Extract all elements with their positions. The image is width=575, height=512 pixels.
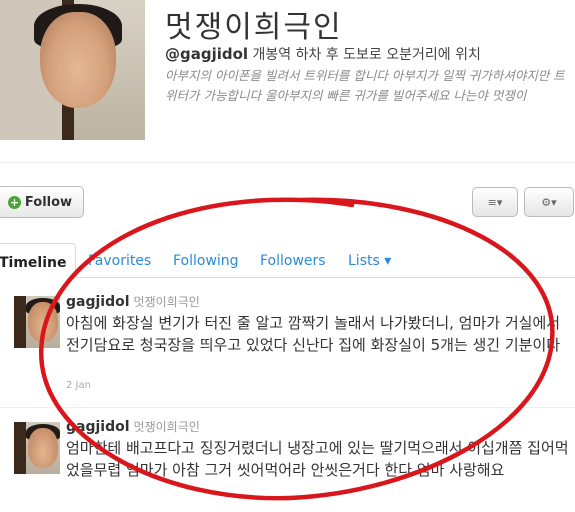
- avatar-door-edge: [14, 296, 26, 348]
- tab-following[interactable]: Following: [173, 253, 239, 269]
- profile-bio: 아부지의 아이폰을 빌려서 트위터를 합니다 아부지가 일찍 귀가하셔야지만 트…: [165, 68, 565, 103]
- profile-avatar: [0, 0, 145, 140]
- follow-button[interactable]: + Follow: [0, 186, 84, 218]
- tweet-username[interactable]: gagjidol: [66, 294, 130, 310]
- profile-location: 개봉역 하차 후 도보로 오분거리에 위치: [252, 47, 481, 63]
- plus-icon: +: [7, 195, 21, 209]
- tweet-realname: 멋쟁이희극인: [133, 295, 200, 309]
- tweet-text: 아침에 화장실 변기가 터진 줄 알고 깜짝기 놀래서 나가봤더니, 엄마가 거…: [66, 314, 561, 354]
- avatar-face: [28, 302, 58, 342]
- tweet-date[interactable]: 2 Jan: [66, 380, 91, 391]
- tweet-realname: 멋쟁이희극인: [133, 420, 200, 434]
- gear-menu-button[interactable]: ⚙▾: [524, 187, 574, 217]
- tweet-avatar[interactable]: [14, 422, 60, 474]
- tab-timeline[interactable]: Timeline: [0, 243, 76, 279]
- tweet-avatar[interactable]: [14, 296, 60, 348]
- tab-followers[interactable]: Followers: [260, 253, 326, 269]
- tab-favorites[interactable]: Favorites: [88, 253, 151, 269]
- profile-handle-line: @gagjidol 개봉역 하차 후 도보로 오분거리에 위치: [165, 44, 481, 64]
- profile-handle[interactable]: @gagjidol: [165, 45, 248, 63]
- header-divider: [0, 162, 575, 163]
- tweet-text: 엄마한테 배고프다고 징징거렸더니 냉장고에 있는 딸기먹으래서 이십개쯤 집어…: [66, 439, 569, 479]
- follow-label: Follow: [24, 194, 73, 210]
- tab-lists[interactable]: Lists ▾: [348, 253, 391, 269]
- tweet-username[interactable]: gagjidol: [66, 419, 130, 435]
- tweet-separator: [0, 407, 575, 408]
- profile-tabs: Timeline Favorites Following Followers L…: [0, 243, 575, 279]
- avatar-door-edge: [14, 422, 26, 474]
- tweet-header: gagjidol 멋쟁이희극인: [66, 418, 200, 435]
- list-menu-button[interactable]: ≡▾: [472, 187, 518, 217]
- avatar-face: [28, 428, 58, 468]
- avatar-face: [40, 12, 116, 108]
- profile-name: 멋쟁이희극인: [165, 10, 343, 45]
- tweet-header: gagjidol 멋쟁이희극인: [66, 293, 200, 310]
